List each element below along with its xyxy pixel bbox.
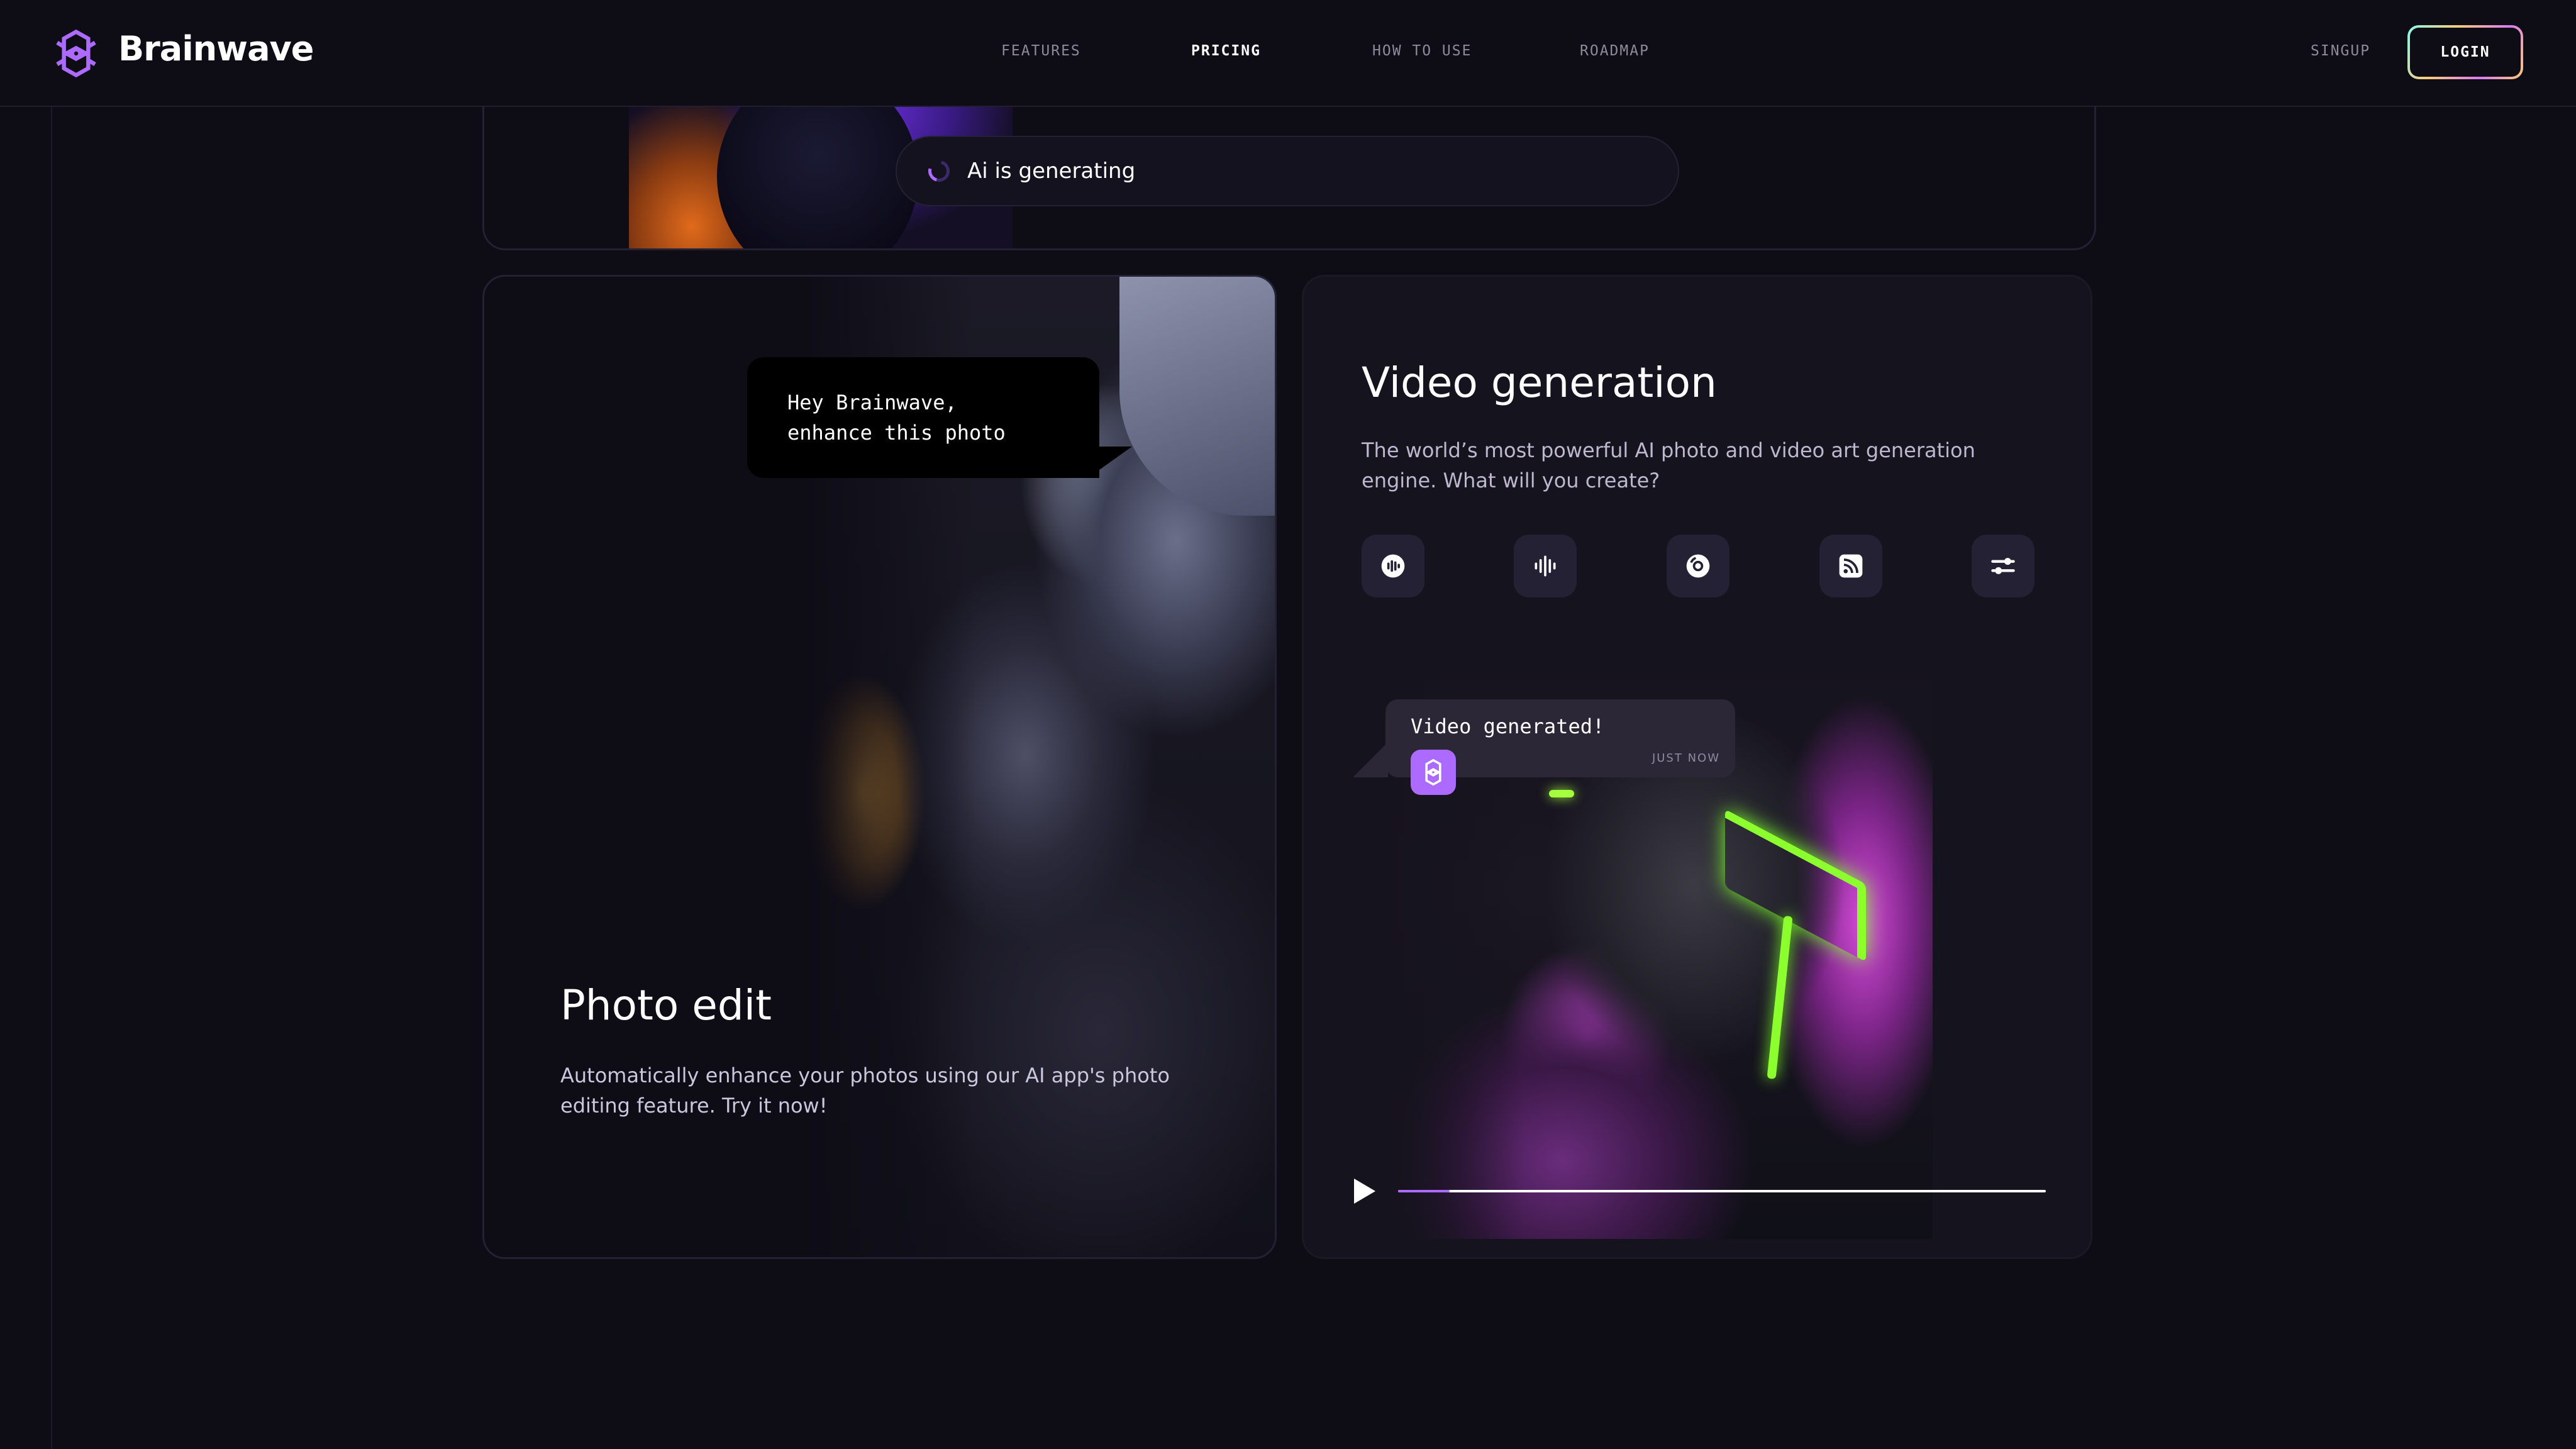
video-generation-title: Video generation [1362,358,1717,407]
media-icon-row [1362,535,2035,597]
recording-icon [1381,554,1405,578]
brainwave-logo-icon[interactable] [49,26,103,80]
photo-edit-title: Photo edit [560,981,772,1030]
ai-generating-text: Ai is generating [967,158,1136,184]
audio-wave-button[interactable] [1514,535,1577,597]
nav-how-to-use[interactable]: HOW TO USE [1372,43,1472,59]
sliders-icon [1991,558,2015,574]
signup-link[interactable]: SINGUP [2311,43,2370,59]
play-icon[interactable] [1354,1179,1375,1204]
nav-roadmap[interactable]: ROADMAP [1580,43,1650,59]
left-guide-line [51,106,52,1449]
photo-edit-description: Automatically enhance your photos using … [560,1063,1170,1118]
loading-spinner-icon [924,156,954,186]
video-bubble-tail [1353,742,1388,777]
video-progress-fill [1398,1190,1450,1192]
nav-pricing[interactable]: PRICING [1191,43,1261,59]
audio-wave-icon [1535,555,1556,577]
rss-button[interactable] [1819,535,1882,597]
video-generation-card: Video generation The world’s most powerf… [1302,275,2092,1259]
brainwave-avatar [1411,750,1456,795]
neon-visor [1725,809,1866,962]
recording-button[interactable] [1362,535,1424,597]
video-generated-text: Video generated! [1411,714,1605,738]
sliders-button[interactable] [1972,535,2035,597]
login-button[interactable]: LOGIN [2407,25,2523,79]
site-header: Brainwave FEATURES PRICING HOW TO USE RO… [0,0,2576,107]
video-progress-track[interactable] [1398,1190,2046,1192]
brainwave-logo-icon [1425,758,1441,786]
photo-edit-card: Hey Brainwave, enhance this photo Photo … [482,275,1277,1259]
nav-features[interactable]: FEATURES [1001,43,1081,59]
brand-name[interactable]: Brainwave [118,29,314,69]
ai-generating-status: Ai is generating [896,136,1679,206]
photo-edit-chat-bubble: Hey Brainwave, enhance this photo [747,357,1099,478]
chat-bubble-tail [1088,447,1132,478]
video-generation-description: The world’s most powerful AI photo and v… [1362,438,1975,492]
neon-eye [1549,790,1574,797]
disc-icon [1686,554,1710,578]
neon-stripe [1767,915,1793,1080]
rss-icon [1839,554,1863,578]
disc-button[interactable] [1667,535,1729,597]
video-generated-time: JUST NOW [1652,752,1720,765]
